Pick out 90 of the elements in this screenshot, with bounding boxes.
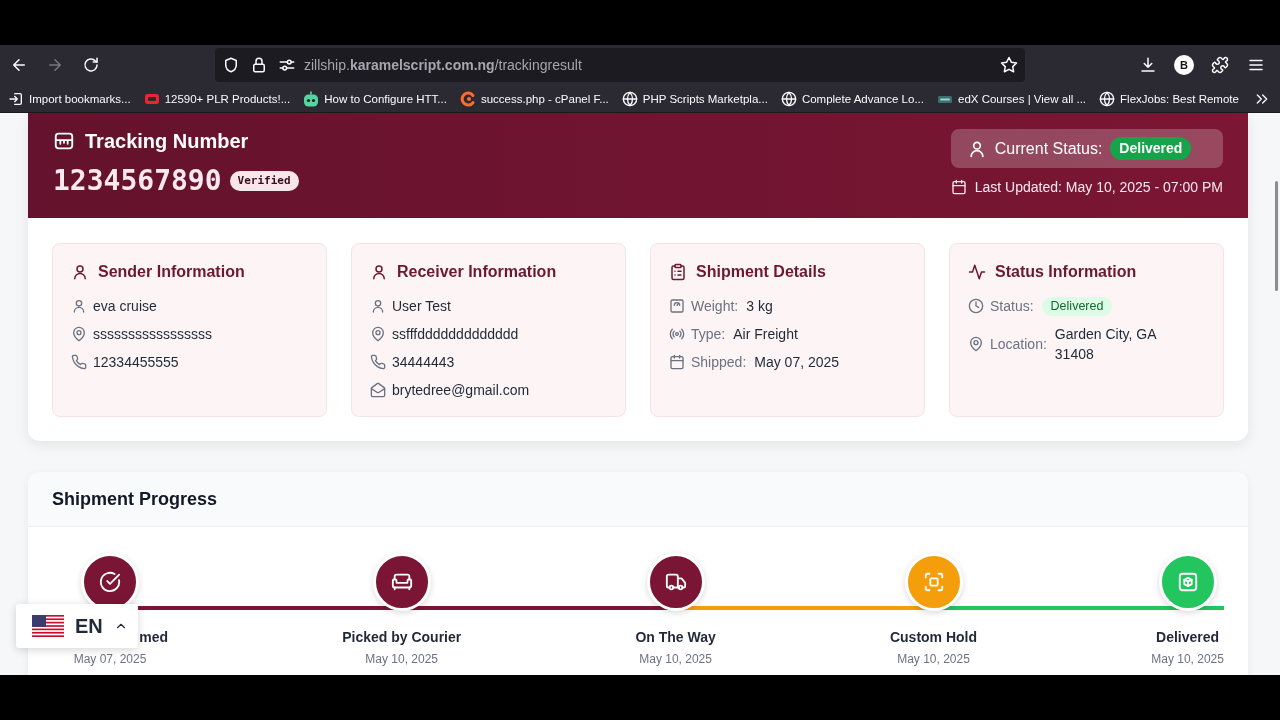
status-badge: Delivered <box>1110 137 1192 160</box>
field-value: brytedree@gmail.com <box>392 381 530 400</box>
bookmark-item[interactable]: 12590+ PLR Products!... <box>143 90 291 107</box>
map-pin-icon <box>71 326 87 342</box>
profile-button[interactable]: B <box>1174 55 1194 75</box>
radio-signal-icon <box>669 326 685 342</box>
import-icon <box>8 90 24 107</box>
bookmark-item[interactable]: PHP Scripts Marketpla... <box>621 90 768 107</box>
pulse-line-icon <box>968 263 986 281</box>
envelope-icon <box>370 382 386 398</box>
reload-icon <box>82 56 100 74</box>
flag-icon <box>32 615 64 637</box>
verified-badge: Verified <box>229 171 299 191</box>
card-title: Shipment Details <box>696 262 826 282</box>
step-label: med <box>138 628 168 647</box>
robot-icon <box>303 90 320 107</box>
globe-icon <box>621 90 638 107</box>
current-status-label: Current Status: <box>994 138 1103 159</box>
card-title: Status Information <box>995 262 1137 282</box>
address-bar[interactable]: zillship.karamelscript.com.ng/trackingresult <box>215 48 1025 82</box>
clipboard-icon <box>669 263 687 281</box>
bookmark-item[interactable]: Import bookmarks... <box>8 90 131 107</box>
field-value: 3 kg <box>746 297 773 316</box>
user-icon <box>71 263 89 281</box>
map-pin-icon <box>370 326 386 342</box>
sofa-icon <box>390 571 413 593</box>
step-label: Picked by Courier <box>342 628 462 647</box>
field-value: eva cruise <box>93 297 157 316</box>
user-icon <box>370 263 388 281</box>
language-selector[interactable]: EN <box>16 604 138 648</box>
shield-icon <box>222 56 240 74</box>
bookmark-item[interactable]: success.php - cPanel F... <box>459 90 609 107</box>
puzzle-icon <box>1211 56 1229 74</box>
back-arrow-icon <box>10 56 28 74</box>
field-value: User Test <box>392 297 451 316</box>
field-label: Status: <box>990 297 1034 316</box>
step-date: May 10, 2025 <box>365 651 439 667</box>
user-icon <box>370 298 386 314</box>
step-label: On The Way <box>635 628 716 647</box>
logo-icon <box>459 90 476 107</box>
bookmark-item[interactable]: How to Configure HTT... <box>303 90 447 107</box>
forward-arrow-icon <box>46 56 64 74</box>
step-date: May 10, 2025 <box>639 651 712 667</box>
phone-icon <box>370 354 386 370</box>
progress-title: Shipment Progress <box>52 488 218 510</box>
field-value: sssssssssssssssss <box>93 325 212 344</box>
globe-icon <box>1099 90 1116 107</box>
status-badge: Delivered <box>1041 296 1113 316</box>
field-value: ssfffddddddddddddd <box>392 325 519 344</box>
step-label: Custom Hold <box>889 628 978 647</box>
field-label: Location: <box>990 335 1047 354</box>
clock-icon <box>968 298 984 314</box>
star-icon <box>1000 56 1018 74</box>
box-icon <box>1176 571 1199 593</box>
calendar-icon <box>950 179 967 195</box>
bookmark-item[interactable]: edX Courses | View all ... <box>937 90 1087 107</box>
scanner-icon <box>53 130 75 152</box>
lock-icon <box>250 56 268 74</box>
step-label: Delivered <box>1156 628 1220 647</box>
field-value: May 07, 2025 <box>754 353 840 372</box>
field-label: Shipped: <box>691 353 747 372</box>
step-date: May 07, 2025 <box>73 651 147 667</box>
bookmark-item[interactable]: Complete Advance Lo... <box>780 90 924 107</box>
sliders-icon <box>278 56 296 74</box>
field-value: Air Freight <box>733 325 798 344</box>
globe-icon <box>780 90 797 107</box>
field-label: Type: <box>691 325 726 344</box>
scan-frame-icon <box>922 571 945 593</box>
tracking-number: 1234567890 <box>53 164 222 198</box>
download-icon <box>1139 56 1157 74</box>
scale-icon <box>669 298 685 314</box>
user-icon <box>71 298 87 314</box>
calendar-icon <box>669 354 685 370</box>
card-title: Sender Information <box>98 262 245 282</box>
card-title: Receiver Information <box>397 262 557 282</box>
field-value: 34444443 <box>392 353 455 372</box>
field-value: 12334455555 <box>93 353 179 372</box>
last-updated-text: Last Updated: May 10, 2025 - 07:00 PM <box>974 178 1223 196</box>
check-circle-icon <box>99 571 121 593</box>
phone-icon <box>71 354 87 370</box>
scrollbar-thumb[interactable] <box>1275 181 1278 291</box>
step-date: May 10, 2025 <box>897 651 970 667</box>
step-date: May 10, 2025 <box>1151 651 1224 667</box>
truck-icon <box>664 571 687 593</box>
field-label: Weight: <box>691 297 739 316</box>
tracking-title: Tracking Number <box>85 129 249 153</box>
map-pin-icon <box>968 336 984 352</box>
field-value: Garden City, GA 31408 <box>1054 325 1158 364</box>
url-text: zillship.karamelscript.com.ng/trackingresult <box>304 57 583 73</box>
bookmark-item[interactable]: FlexJobs: Best Remote <box>1099 90 1239 107</box>
